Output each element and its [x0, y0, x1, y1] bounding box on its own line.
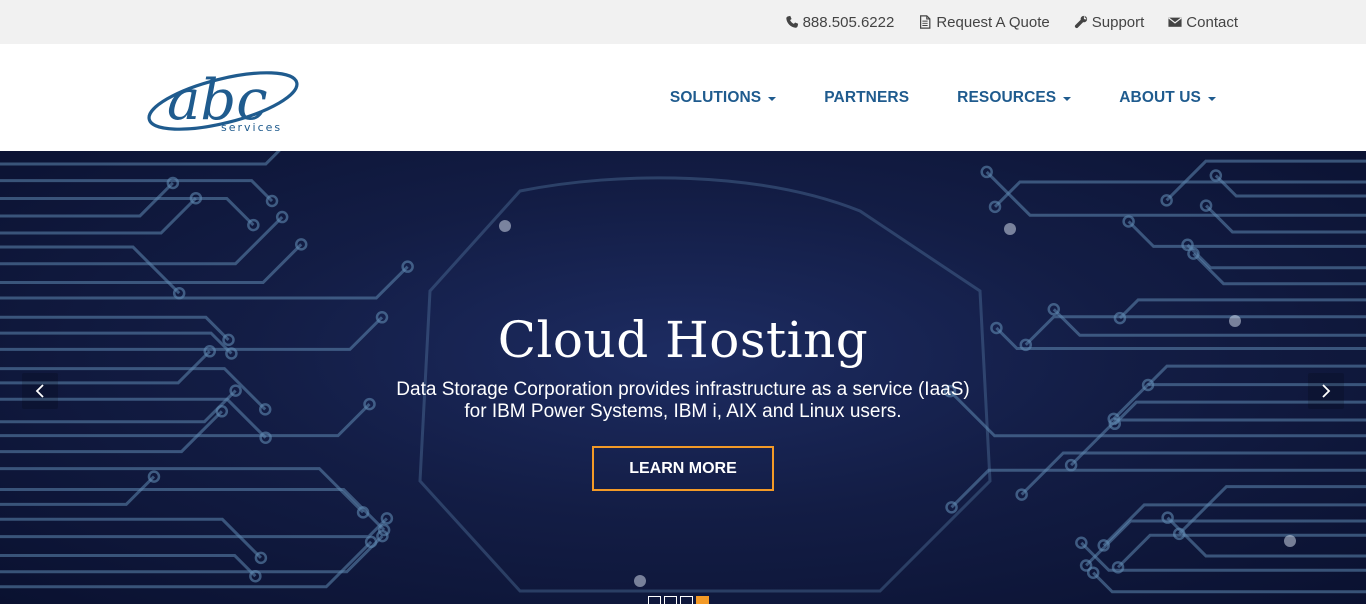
carousel-dot[interactable]: [664, 596, 677, 604]
phone-number: 888.505.6222: [802, 13, 895, 31]
hero-carousel: Cloud Hosting Data Storage Corporation p…: [0, 151, 1366, 604]
learn-more-button[interactable]: LEARN MORE: [592, 446, 774, 491]
carousel-dot[interactable]: [648, 596, 661, 604]
carousel-prev-button[interactable]: [22, 373, 58, 409]
nav-about-us-label: ABOUT US: [1119, 88, 1201, 106]
caret-down-icon: [1063, 96, 1072, 101]
support-link[interactable]: Support: [1074, 13, 1145, 31]
site-header: abc services SOLUTIONS PARTNERS RESOURCE…: [0, 44, 1366, 151]
contact-link[interactable]: Contact: [1168, 14, 1238, 31]
phone-icon: [785, 15, 799, 29]
logo-tagline: services: [221, 121, 282, 133]
request-quote-link[interactable]: Request A Quote: [918, 13, 1050, 31]
nav-resources[interactable]: RESOURCES: [957, 88, 1072, 107]
hero-slide: Cloud Hosting Data Storage Corporation p…: [0, 151, 1366, 604]
wrench-icon: [1074, 15, 1088, 29]
nav-solutions[interactable]: SOLUTIONS: [669, 88, 777, 107]
hero-subtitle-line-1: Data Storage Corporation provides infras…: [396, 379, 970, 400]
chevron-right-icon: [1322, 384, 1331, 398]
carousel-dot-active[interactable]: [696, 596, 709, 604]
hero-subtitle: Data Storage Corporation provides infras…: [0, 379, 1366, 423]
request-quote-label: Request A Quote: [936, 13, 1050, 31]
caret-down-icon: [768, 96, 777, 101]
envelope-icon: [1168, 15, 1182, 29]
document-icon: [918, 15, 932, 29]
chevron-left-icon: [35, 384, 44, 398]
phone-link[interactable]: 888.505.6222: [785, 13, 895, 31]
main-nav: SOLUTIONS PARTNERS RESOURCES ABOUT US: [670, 44, 1216, 151]
utility-links: 888.505.6222 Request A Quote Support Con…: [785, 0, 1238, 44]
utility-bar: 888.505.6222 Request A Quote Support Con…: [0, 0, 1366, 44]
nav-solutions-label: SOLUTIONS: [669, 88, 762, 106]
nav-partners-label: PARTNERS: [824, 88, 910, 106]
caret-down-icon: [1208, 96, 1216, 101]
support-label: Support: [1091, 13, 1145, 31]
site-logo[interactable]: abc services: [143, 61, 313, 133]
carousel-next-button[interactable]: [1308, 373, 1344, 409]
carousel-indicators: [648, 596, 709, 604]
hero-subtitle-line-2: for IBM Power Systems, IBM i, AIX and Li…: [464, 401, 902, 422]
hero-title: Cloud Hosting: [497, 311, 869, 369]
carousel-dot[interactable]: [680, 596, 693, 604]
nav-about-us[interactable]: ABOUT US: [1119, 89, 1216, 107]
nav-resources-label: RESOURCES: [957, 88, 1057, 106]
nav-partners[interactable]: PARTNERS: [824, 89, 909, 107]
contact-label: Contact: [1186, 13, 1238, 31]
